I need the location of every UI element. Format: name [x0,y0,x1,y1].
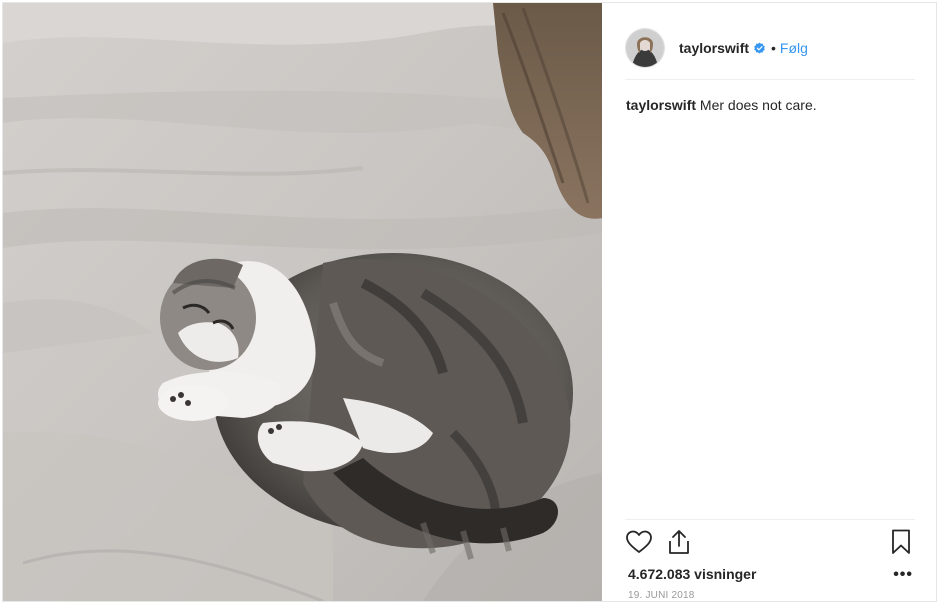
cat-photo [3,3,602,601]
avatar-image [626,29,664,67]
avatar[interactable] [625,28,665,68]
heart-icon [626,530,652,553]
caption-text: Mer does not care. [699,97,817,113]
post-caption: taylorswift Mer does not care. [626,96,916,114]
post-details-panel: taylorswift • Følg taylorswift Mer does … [603,3,936,601]
bookmark-icon [892,529,910,554]
caption-username[interactable]: taylorswift [626,97,696,113]
header-username[interactable]: taylorswift [679,40,749,56]
verified-badge-icon [754,42,765,54]
follow-button[interactable]: Følg [780,40,808,56]
share-icon [669,530,689,554]
like-button[interactable] [625,528,653,556]
post-date[interactable]: 19. JUNI 2018 [628,590,695,601]
action-bar [625,528,915,558]
post-footer: 4.672.083 visninger ••• 19. JUNI 2018 [625,519,915,602]
view-count[interactable]: 4.672.083 visninger [628,566,756,582]
header-separator: • [771,40,776,56]
post-media[interactable] [3,3,602,601]
more-options-icon[interactable]: ••• [893,566,913,584]
post-container: taylorswift • Følg taylorswift Mer does … [2,2,937,602]
save-button[interactable] [887,528,915,556]
share-button[interactable] [665,528,693,556]
post-header: taylorswift • Følg [625,17,915,80]
